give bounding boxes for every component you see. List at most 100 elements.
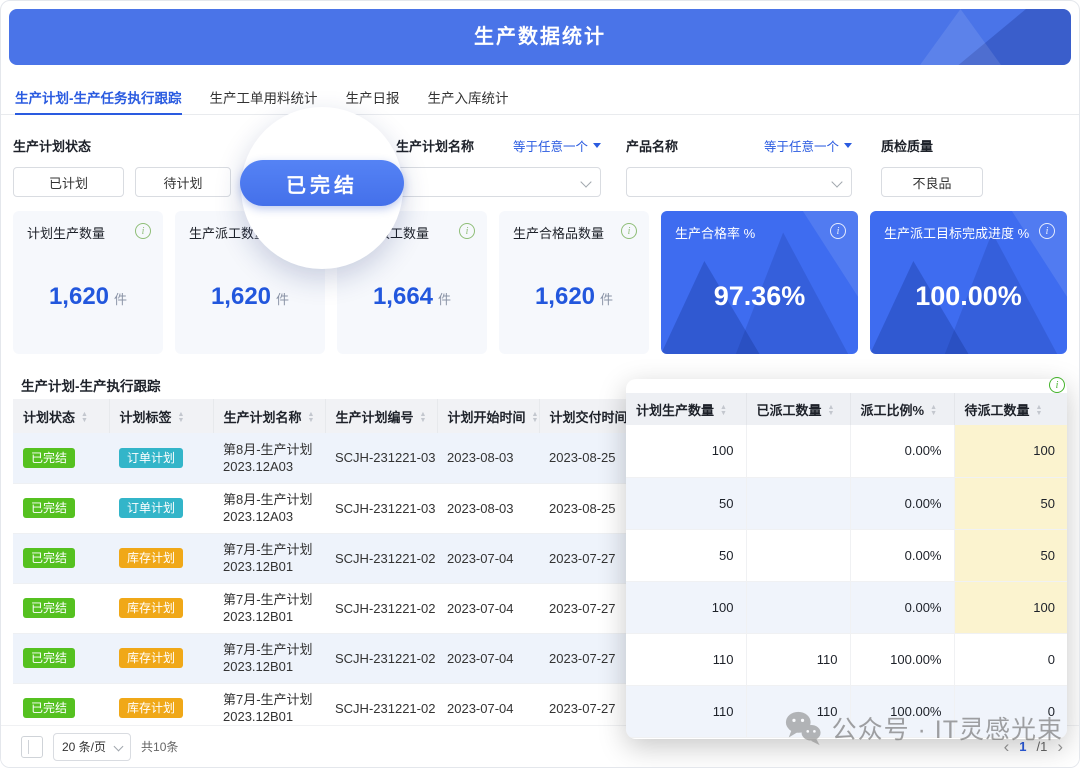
info-icon[interactable] bbox=[621, 223, 637, 239]
tag-badge: 订单计划 bbox=[119, 498, 183, 518]
filter-label-plan-name: 生产计划名称 bbox=[396, 136, 474, 155]
production-dashboard: 生产数据统计 生产计划-生产任务执行跟踪 生产工单用料统计 生产日报 生产入库统… bbox=[0, 0, 1080, 768]
chevron-down-icon bbox=[831, 176, 842, 187]
filter-label-status: 生产计划状态 bbox=[13, 136, 91, 155]
caret-down-icon bbox=[593, 143, 601, 148]
product-operator-link[interactable]: 等于任意一个 bbox=[764, 136, 852, 155]
filter-option-pending-plan[interactable]: 待计划 bbox=[135, 167, 231, 197]
stat-card-dispatch-progress: 生产派工目标完成进度 % 100.00% bbox=[870, 211, 1067, 354]
cell-plan-name: 第7月-生产计划2023.12B01 bbox=[213, 683, 325, 725]
column-header-start-date[interactable]: 计划开始时间 bbox=[437, 399, 539, 433]
cell-dispatch-ratio: 100.00% bbox=[850, 685, 954, 737]
dispatch-columns-panel: 计划生产数量 已派工数量 派工比例% 待派工数量 100 0.00% 100 5… bbox=[626, 379, 1067, 739]
column-header-plan-name[interactable]: 生产计划名称 bbox=[213, 399, 325, 433]
info-icon[interactable] bbox=[459, 223, 475, 239]
sort-icon[interactable] bbox=[828, 405, 835, 417]
cell-status: 已完结 bbox=[13, 483, 109, 533]
filter-option-defective[interactable]: 不良品 bbox=[881, 167, 983, 197]
cell-start-date: 2023-08-03 bbox=[437, 483, 539, 533]
info-icon[interactable] bbox=[1039, 223, 1055, 239]
stat-value: 1,620 bbox=[535, 283, 595, 310]
cell-planned-qty: 50 bbox=[626, 477, 746, 529]
sort-icon[interactable] bbox=[720, 405, 727, 417]
column-header-tag[interactable]: 计划标签 bbox=[109, 399, 213, 433]
cell-pending-qty: 0 bbox=[954, 685, 1067, 737]
column-header-planned-qty[interactable]: 计划生产数量 bbox=[626, 393, 746, 425]
current-page[interactable]: 1 bbox=[1019, 739, 1026, 754]
cell-start-date: 2023-07-04 bbox=[437, 683, 539, 725]
sort-icon[interactable] bbox=[930, 405, 937, 417]
cell-status: 已完结 bbox=[13, 433, 109, 483]
status-badge: 已完结 bbox=[23, 498, 75, 518]
cell-dispatch-ratio: 0.00% bbox=[850, 529, 954, 581]
sort-icon[interactable] bbox=[178, 412, 185, 424]
cell-dispatch-ratio: 100.00% bbox=[850, 633, 954, 685]
page-total: /1 bbox=[1036, 739, 1047, 754]
panel-row[interactable]: 110 110 100.00% 0 bbox=[626, 633, 1067, 685]
info-icon[interactable] bbox=[135, 223, 151, 239]
cell-plan-code: SCJH-231221-02 bbox=[325, 583, 437, 633]
column-header-pending-qty[interactable]: 待派工数量 bbox=[954, 393, 1067, 425]
column-settings-icon[interactable] bbox=[21, 736, 43, 758]
column-header-plan-code[interactable]: 生产计划编号 bbox=[325, 399, 437, 433]
sort-icon[interactable] bbox=[308, 412, 315, 424]
tab-daily-report[interactable]: 生产日报 bbox=[346, 79, 400, 114]
cell-planned-qty: 110 bbox=[626, 633, 746, 685]
filter-option-completed-highlighted[interactable]: 已完结 bbox=[240, 160, 404, 206]
tab-plan-task-tracking[interactable]: 生产计划-生产任务执行跟踪 bbox=[15, 79, 182, 114]
column-header-dispatched-qty[interactable]: 已派工数量 bbox=[746, 393, 850, 425]
page-size-select[interactable]: 20 条/页 bbox=[53, 733, 131, 761]
stat-unit: 件 bbox=[438, 292, 451, 307]
cell-dispatched-qty bbox=[746, 425, 850, 477]
cell-plan-name: 第7月-生产计划2023.12B01 bbox=[213, 533, 325, 583]
plan-name-operator-link[interactable]: 等于任意一个 bbox=[513, 136, 601, 155]
tab-warehouse-in-stats[interactable]: 生产入库统计 bbox=[428, 79, 509, 114]
cell-status: 已完结 bbox=[13, 683, 109, 725]
panel-row[interactable]: 50 0.00% 50 bbox=[626, 529, 1067, 581]
cell-tag: 库存计划 bbox=[109, 633, 213, 683]
cell-tag: 库存计划 bbox=[109, 583, 213, 633]
tag-badge: 库存计划 bbox=[119, 598, 183, 618]
next-page-icon[interactable] bbox=[1057, 737, 1063, 757]
stat-card-row: 计划生产数量 1,620件 生产派工数量 1,620件 生产报工数量 1,664… bbox=[13, 211, 1067, 354]
panel-row[interactable]: 110 110 100.00% 0 bbox=[626, 685, 1067, 737]
filter-bar: 生产计划状态 已计划 待计划 生产计划名称 等于任意一个 产品名称 等于任意一个… bbox=[13, 121, 1067, 205]
cell-tag: 订单计划 bbox=[109, 433, 213, 483]
panel-header-row: 计划生产数量 已派工数量 派工比例% 待派工数量 bbox=[626, 393, 1067, 425]
info-icon[interactable] bbox=[830, 223, 846, 239]
status-badge: 已完结 bbox=[23, 648, 75, 668]
status-badge: 已完结 bbox=[23, 448, 75, 468]
product-select[interactable] bbox=[626, 167, 852, 197]
filter-label-quality: 质检质量 bbox=[881, 136, 933, 155]
panel-row[interactable]: 100 0.00% 100 bbox=[626, 581, 1067, 633]
app-header: 生产数据统计 bbox=[9, 9, 1071, 65]
plan-name-select[interactable] bbox=[396, 167, 601, 197]
cell-pending-qty: 50 bbox=[954, 529, 1067, 581]
status-badge: 已完结 bbox=[23, 548, 75, 568]
sort-icon[interactable] bbox=[532, 412, 539, 424]
cell-start-date: 2023-07-04 bbox=[437, 533, 539, 583]
cell-pending-qty: 0 bbox=[954, 633, 1067, 685]
prev-page-icon[interactable] bbox=[1004, 737, 1010, 757]
stat-unit: 件 bbox=[276, 292, 289, 307]
table-info-icon[interactable] bbox=[1049, 377, 1065, 393]
filter-group-product: 产品名称 等于任意一个 bbox=[626, 121, 852, 197]
sort-icon[interactable] bbox=[420, 412, 427, 424]
stat-unit: 件 bbox=[600, 292, 613, 307]
cell-tag: 库存计划 bbox=[109, 533, 213, 583]
cell-start-date: 2023-08-03 bbox=[437, 433, 539, 483]
cell-planned-qty: 100 bbox=[626, 425, 746, 477]
page-title: 生产数据统计 bbox=[9, 9, 1071, 65]
stat-card-qualified-qty: 生产合格品数量 1,620件 bbox=[499, 211, 649, 354]
sort-icon[interactable] bbox=[81, 412, 88, 424]
column-header-status[interactable]: 计划状态 bbox=[13, 399, 109, 433]
tag-badge: 库存计划 bbox=[119, 698, 183, 718]
stat-value: 100.00% bbox=[915, 281, 1022, 311]
column-header-dispatch-ratio[interactable]: 派工比例% bbox=[850, 393, 954, 425]
filter-option-planned[interactable]: 已计划 bbox=[13, 167, 124, 197]
caret-down-icon bbox=[844, 143, 852, 148]
panel-row[interactable]: 100 0.00% 100 bbox=[626, 425, 1067, 477]
sort-icon[interactable] bbox=[1036, 405, 1043, 417]
panel-row[interactable]: 50 0.00% 50 bbox=[626, 477, 1067, 529]
filter-group-quality: 质检质量 不良品 bbox=[881, 121, 997, 197]
